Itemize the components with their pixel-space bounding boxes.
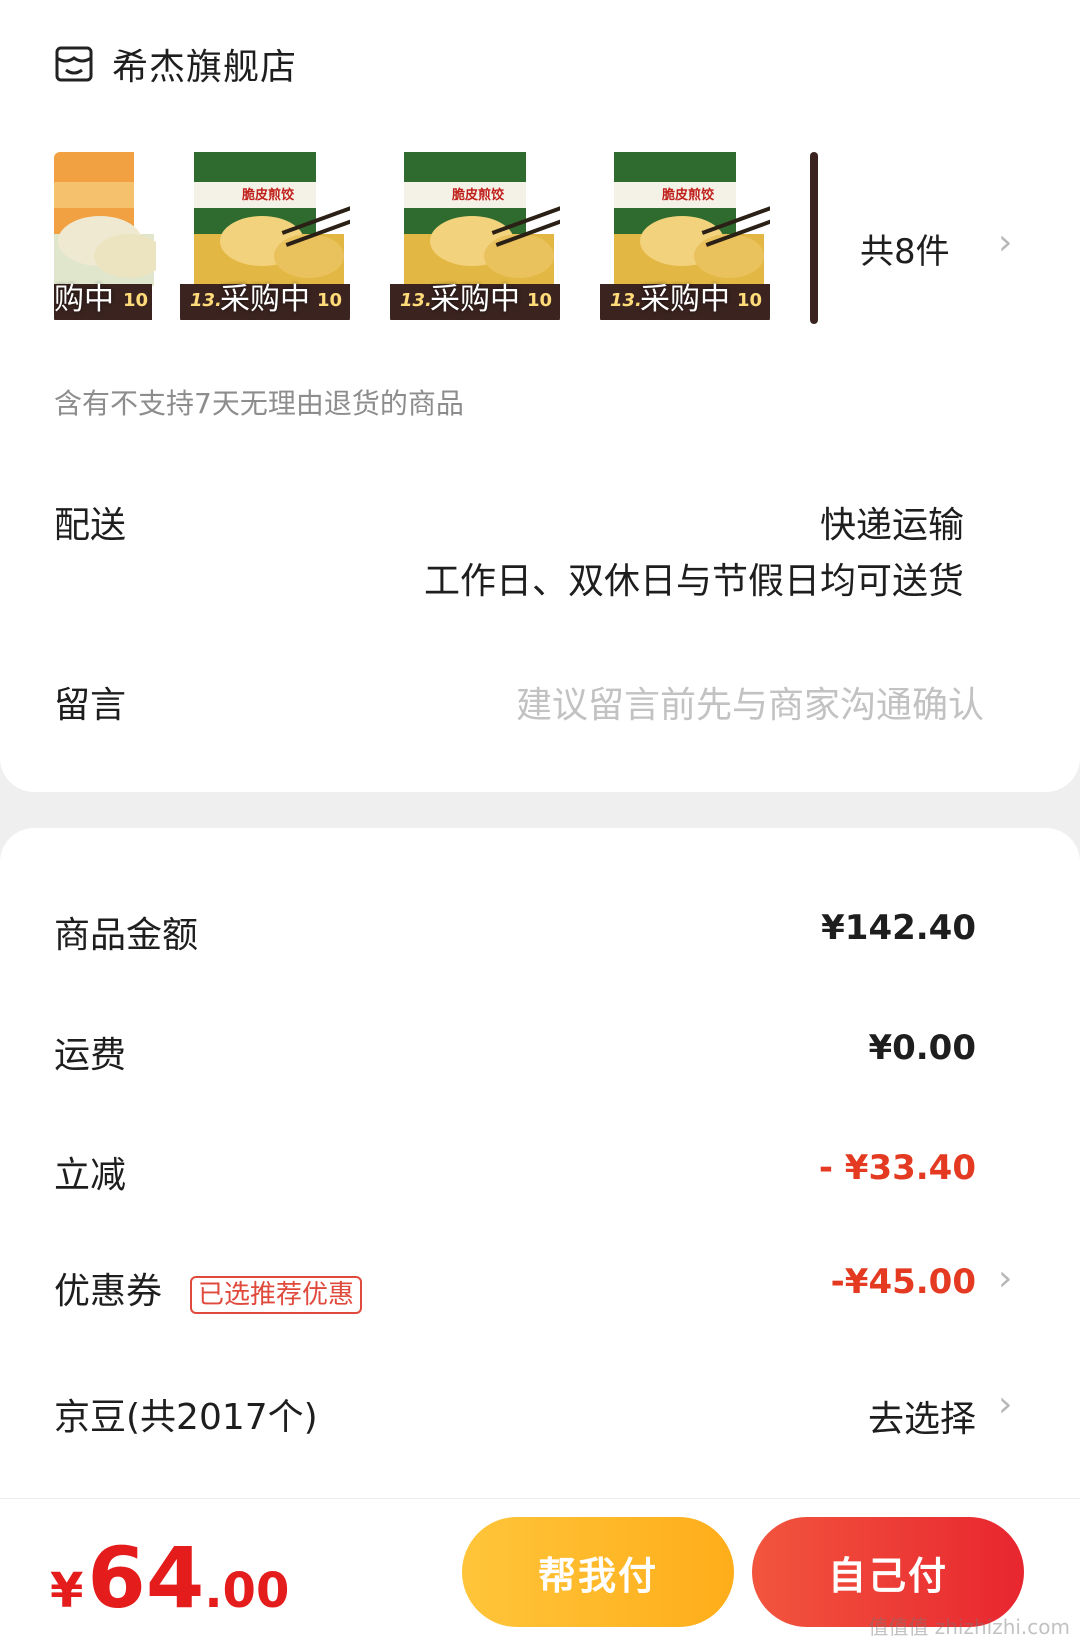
store-name: 希杰旗舰店 (112, 47, 298, 88)
goods-amount-label: 商品金额 (54, 915, 199, 956)
delivery-label: 配送 (54, 505, 127, 546)
discount-label: 立减 (54, 1155, 127, 1196)
shipping-value: ¥0.00 (868, 1028, 976, 1068)
purchasing-label: 购中 (54, 282, 114, 317)
product-thumb[interactable] (810, 152, 818, 324)
message-input[interactable]: 建议留言前先与商家沟通确认 (516, 676, 984, 728)
product-thumb[interactable]: 10 购中 (54, 152, 156, 324)
coupon-tag: 已选推荐优惠 (190, 1276, 363, 1314)
product-thumb[interactable]: 脆皮煎饺 13. 10 采购中 (390, 152, 560, 324)
purchasing-label: 采购中 (430, 282, 520, 317)
package-title: 脆皮煎饺 (452, 188, 505, 203)
item-count[interactable]: 共8件 (860, 224, 950, 273)
product-strip[interactable]: 10 购中 脆皮煎饺 13. 10 采购中 脆皮煎饺 13. 10 采购中 脆皮… (54, 152, 834, 332)
total-integer: 64 (87, 1529, 205, 1627)
chevron-right-icon[interactable]: › (998, 1384, 1012, 1425)
store-row[interactable]: 希杰旗舰店 (54, 40, 297, 88)
purchasing-label: 采购中 (640, 282, 730, 317)
order-card: 希杰旗舰店 10 购中 脆皮煎饺 13. 10 采购中 脆皮煎饺 13. 10 … (0, 0, 1080, 792)
purchasing-label: 采购中 (220, 282, 310, 317)
total-decimal: .00 (204, 1563, 290, 1619)
return-policy-note: 含有不支持7天无理由退货的商品 (54, 387, 464, 420)
message-label: 留言 (54, 685, 127, 726)
shipping-label: 运费 (54, 1035, 127, 1076)
product-thumb[interactable]: 脆皮煎饺 13. 10 采购中 (180, 152, 350, 324)
goods-amount-value: ¥142.40 (821, 908, 976, 948)
store-icon (55, 46, 93, 82)
delivery-method[interactable]: 快递运输 (820, 496, 964, 548)
package-title: 脆皮煎饺 (662, 188, 715, 203)
discount-value: - ¥33.40 (818, 1148, 976, 1188)
total-price: ¥ 64 .00 (50, 1529, 289, 1627)
delivery-schedule[interactable]: 工作日、双休日与节假日均可送货 (424, 552, 964, 604)
jd-beans-label: 京豆(共2017个) (54, 1397, 318, 1438)
watermark: 值值值 zhizhizhi.com (868, 1615, 1070, 1639)
product-thumb[interactable]: 脆皮煎饺 13. 10 采购中 (600, 152, 770, 324)
checkout-bar: ¥ 64 .00 帮我付 自己付 值值值 zhizhizhi.com (0, 1498, 1080, 1648)
package-title: 脆皮煎饺 (242, 188, 295, 203)
jd-beans-select[interactable]: 去选择 (868, 1390, 976, 1442)
coupon-label: 优惠券 (54, 1271, 163, 1312)
chevron-right-icon[interactable]: › (998, 222, 1012, 263)
coupon-value[interactable]: -¥45.00 (831, 1262, 976, 1302)
currency-symbol: ¥ (50, 1563, 84, 1619)
help-me-pay-button[interactable]: 帮我付 (462, 1517, 734, 1627)
chevron-right-icon[interactable]: › (998, 1258, 1012, 1299)
